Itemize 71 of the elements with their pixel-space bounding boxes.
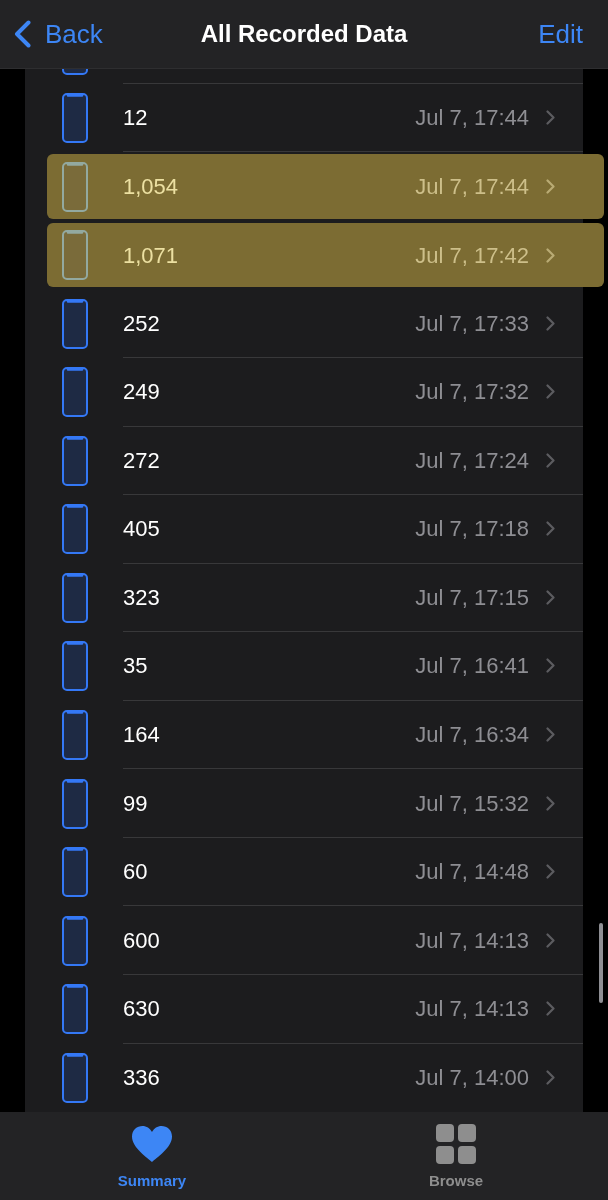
record-date: Jul 7, 17:15 (415, 583, 529, 612)
phone-icon (62, 161, 88, 212)
record-value: 252 (123, 309, 160, 338)
record-value: 323 (123, 583, 160, 612)
phone-icon (62, 915, 88, 966)
grid-icon (436, 1124, 476, 1165)
chevron-icon (546, 315, 555, 331)
record-date: Jul 7, 14:48 (415, 858, 529, 887)
record-date: Jul 7, 14:13 (415, 926, 529, 955)
phone-icon (62, 298, 88, 349)
record-value: 60 (123, 858, 148, 887)
chevron-icon (546, 864, 555, 880)
record-value: 249 (123, 378, 160, 407)
chevron-icon (546, 384, 555, 400)
record-value: 99 (123, 789, 148, 818)
phone-icon (62, 1052, 88, 1103)
phone-icon (62, 367, 88, 418)
phone-icon (62, 435, 88, 486)
record-date: Jul 7, 17:44 (415, 103, 529, 132)
tab-bar-item[interactable]: Browse (304, 1112, 608, 1200)
record-value: 12 (123, 103, 148, 132)
record-date: Jul 7, 17:33 (415, 309, 529, 338)
chevron-icon (546, 658, 555, 674)
chevron-icon (546, 109, 555, 125)
record-value: 35 (123, 652, 148, 681)
record-date: Jul 7, 14:13 (415, 995, 529, 1024)
highlighted-record-row[interactable]: 1,071 Jul 7, 17:42 (47, 222, 604, 288)
record-date: Jul 7, 15:32 (415, 789, 529, 818)
chevron-left-icon (14, 20, 31, 48)
record-date: Jul 7, 17:32 (415, 378, 529, 407)
record-date: Jul 7, 17:24 (415, 446, 529, 475)
record-value: 1,054 (123, 173, 179, 202)
screen-title: All Recorded Data (199, 19, 409, 49)
chevron-icon (546, 1001, 555, 1017)
edit-button[interactable]: Edit (454, 14, 594, 54)
phone-icon (62, 92, 88, 143)
back-button[interactable]: Back (14, 14, 154, 54)
heart-icon (131, 1125, 173, 1164)
chevron-icon (546, 452, 555, 468)
chevron-icon (546, 179, 555, 195)
chevron-icon (546, 795, 555, 811)
phone-icon (62, 641, 88, 692)
chevron-icon (546, 589, 555, 605)
chevron-icon (546, 727, 555, 743)
record-date: Jul 7, 17:44 (415, 173, 529, 202)
highlighted-record-row[interactable]: 1,054 Jul 7, 17:44 (47, 154, 604, 219)
phone-icon (62, 69, 88, 75)
chevron-icon (546, 1070, 555, 1086)
record-value: 600 (123, 926, 160, 955)
record-value: 164 (123, 721, 160, 750)
record-date: Jul 7, 14:00 (415, 1064, 529, 1093)
phone-icon (62, 778, 88, 829)
record-date: Jul 7, 16:34 (415, 721, 529, 750)
record-date: Jul 7, 17:18 (415, 515, 529, 544)
record-value: 1,071 (123, 241, 179, 270)
phone-icon (62, 847, 88, 898)
chevron-icon (546, 247, 555, 263)
phone-icon (62, 984, 88, 1035)
record-value: 630 (123, 995, 160, 1024)
phone-icon (62, 230, 88, 281)
record-value: 272 (123, 446, 160, 475)
record-value: 336 (123, 1064, 160, 1093)
record-date: Jul 7, 17:42 (415, 241, 529, 270)
record-date: Jul 7, 16:41 (415, 652, 529, 681)
tab-bar-item[interactable]: Summary (0, 1112, 304, 1200)
record-value: 405 (123, 515, 160, 544)
chevron-icon (546, 521, 555, 537)
chevron-icon (546, 932, 555, 948)
phone-icon (62, 710, 88, 761)
phone-icon (62, 572, 88, 623)
phone-icon (62, 504, 88, 555)
